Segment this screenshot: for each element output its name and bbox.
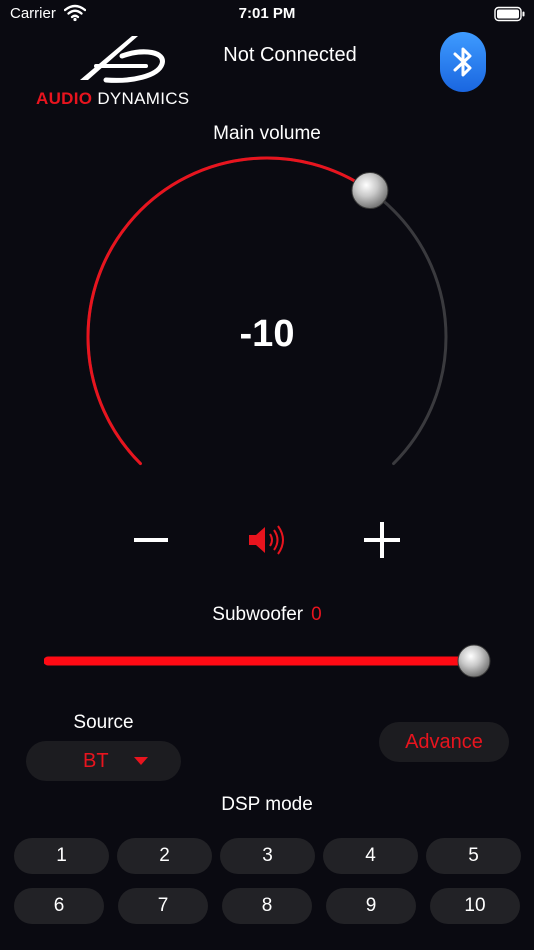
- source-selected-value: BT: [83, 750, 109, 772]
- subwoofer-value: 0: [311, 604, 322, 625]
- source-label: Source: [73, 712, 134, 733]
- caret-down-icon: [134, 757, 148, 765]
- dsp-mode-button-7[interactable]: 7: [118, 888, 208, 924]
- subwoofer-label: Subwoofer: [212, 604, 304, 625]
- subwoofer-slider-knob[interactable]: [457, 644, 491, 678]
- volume-value: -10: [239, 313, 295, 355]
- brand-name: AUDIO DYNAMICS: [36, 89, 189, 109]
- volume-dial-track: [86, 156, 448, 466]
- brand-name-audio: AUDIO: [36, 89, 93, 108]
- dsp-mode-button-9[interactable]: 9: [326, 888, 416, 924]
- dsp-mode-button-5[interactable]: 5: [426, 838, 521, 874]
- subwoofer-slider[interactable]: [44, 644, 494, 680]
- dsp-mode-button-2[interactable]: 2: [117, 838, 212, 874]
- volume-down-button[interactable]: [128, 516, 176, 564]
- volume-dial-fill: [86, 156, 372, 466]
- battery-icon: [494, 6, 525, 22]
- brand-name-dynamics: DYNAMICS: [97, 89, 190, 108]
- dsp-mode-label: DSP mode: [221, 794, 313, 815]
- dsp-mode-button-1[interactable]: 1: [14, 838, 109, 874]
- main-volume-label: Main volume: [213, 123, 321, 144]
- dsp-mode-button-8[interactable]: 8: [222, 888, 312, 924]
- dsp-mode-button-4[interactable]: 4: [323, 838, 418, 874]
- source-select[interactable]: BT: [26, 741, 181, 781]
- connection-status: Not Connected: [223, 44, 357, 66]
- dsp-mode-button-6[interactable]: 6: [14, 888, 104, 924]
- subwoofer-row: Subwoofer 0: [0, 604, 534, 626]
- volume-up-button[interactable]: [358, 516, 406, 564]
- bluetooth-icon: [453, 47, 472, 77]
- dsp-mode-button-10[interactable]: 10: [430, 888, 520, 924]
- dsp-mode-button-3[interactable]: 3: [220, 838, 315, 874]
- volume-dial-knob[interactable]: [351, 172, 389, 210]
- speaker-icon[interactable]: [246, 522, 288, 558]
- advance-button[interactable]: Advance: [379, 722, 509, 762]
- bluetooth-button[interactable]: [440, 32, 486, 92]
- status-time: 7:01 PM: [238, 5, 296, 22]
